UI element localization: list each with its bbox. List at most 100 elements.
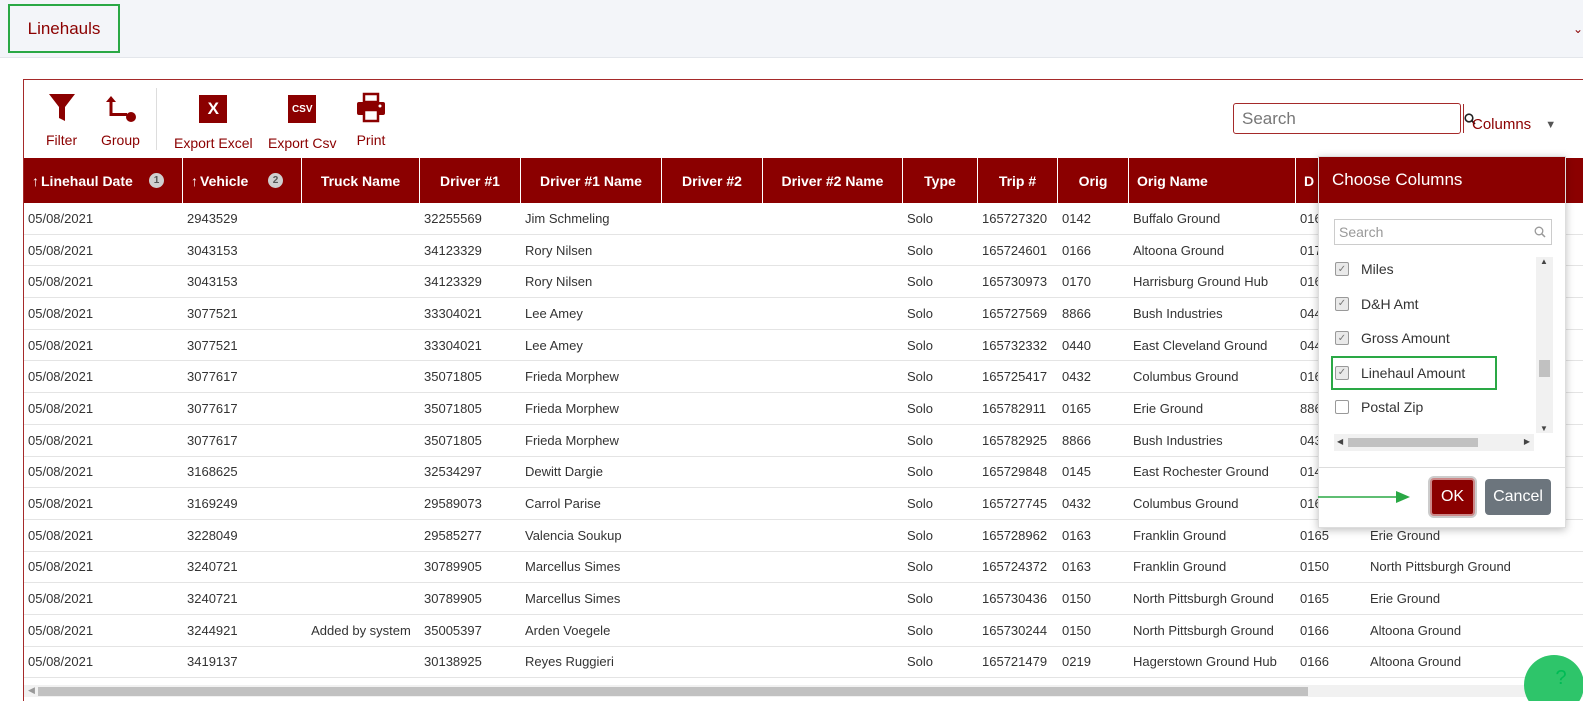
table-cell: Columbus Ground (1133, 496, 1239, 512)
table-cell: 0150 (1062, 591, 1091, 607)
page-title-tab[interactable]: Linehauls (8, 4, 120, 53)
checkbox[interactable]: ✓ (1335, 296, 1349, 311)
help-button[interactable]: ? (1524, 655, 1583, 701)
table-row[interactable]: 05/08/2021 3240721 30789905 Marcellus Simes… (24, 552, 1583, 584)
table-cell: 165782911 (982, 400, 1047, 416)
scroll-left-icon[interactable]: ◀ (28, 685, 35, 696)
table-cell (763, 615, 903, 646)
column-header[interactable]: Driver #2 Name (763, 158, 903, 203)
table-cell (662, 552, 763, 583)
table-cell (763, 361, 903, 392)
column-header[interactable]: ↑ Vehicle 2 (183, 158, 302, 203)
export-excel-button[interactable]: X Export Excel (174, 92, 253, 151)
toolbar-divider (156, 88, 157, 150)
column-header[interactable]: Driver #1 Name (521, 158, 662, 203)
column-header[interactable]: Orig (1058, 158, 1129, 203)
column-header[interactable]: Type (903, 158, 978, 203)
popup-divider (1319, 467, 1565, 468)
checkbox[interactable] (1335, 400, 1349, 415)
table-cell: North Pittsburgh Ground (1133, 622, 1274, 638)
print-button[interactable]: Print (356, 92, 386, 148)
search-input[interactable] (1234, 104, 1463, 133)
column-header[interactable]: Orig Name (1129, 158, 1296, 203)
cancel-button[interactable]: Cancel (1485, 479, 1551, 515)
table-cell: 165727320 (982, 210, 1048, 226)
column-header-label: Driver #1 (440, 172, 500, 189)
table-cell (662, 203, 763, 234)
table-cell: Solo (907, 242, 934, 258)
ok-button[interactable]: OK (1430, 478, 1475, 516)
table-row[interactable]: 05/08/2021 3419137 30138925 Reyes Ruggieri S… (24, 647, 1583, 679)
table-cell: Dewitt Dargie (525, 464, 604, 480)
checklist-vertical-scrollbar[interactable]: ▲ ▼ (1536, 257, 1553, 433)
table-cell: 3077617 (187, 400, 238, 416)
scroll-right-icon[interactable]: ▶ (1524, 437, 1530, 446)
table-cell: 34123329 (424, 242, 482, 258)
table-cell: Valencia Soukup (525, 527, 622, 543)
table-cell: 05/08/2021 (28, 242, 94, 258)
table-cell (662, 235, 763, 266)
table-cell (662, 647, 763, 678)
table-cell: 0142 (1062, 210, 1091, 226)
table-cell: 3419137 (187, 654, 238, 670)
table-cell: Solo (907, 559, 934, 575)
column-header[interactable]: Truck Name (302, 158, 420, 203)
checklist-horizontal-scrollbar[interactable]: ◀ ▶ (1334, 434, 1534, 451)
scrollbar-thumb[interactable] (1348, 438, 1478, 447)
scrollbar-thumb[interactable] (1539, 360, 1550, 377)
sort-order-badge: 2 (268, 173, 283, 188)
table-cell: 32534297 (424, 464, 482, 480)
table-cell: 165730244 (982, 622, 1048, 638)
checkbox[interactable]: ✓ (1335, 365, 1349, 380)
table-cell: 165724372 (982, 559, 1048, 575)
scrollbar-thumb[interactable] (38, 687, 1308, 696)
popup-search-input[interactable] (1335, 220, 1529, 244)
filter-button[interactable]: Filter (46, 92, 77, 148)
column-option[interactable]: ✓ D&H Amt (1331, 287, 1553, 322)
table-cell: 0432 (1062, 369, 1091, 385)
table-cell: North Pittsburgh Ground (1133, 591, 1274, 607)
table-cell: Frieda Morphew (525, 400, 619, 416)
column-option-label: Miles (1361, 261, 1394, 278)
table-cell: Erie Ground (1133, 400, 1204, 416)
table-cell: 165724601 (982, 242, 1048, 258)
column-header[interactable]: Driver #1 (420, 158, 521, 203)
column-header[interactable]: Trip # (978, 158, 1058, 203)
scroll-down-icon[interactable]: ▼ (1540, 424, 1548, 433)
group-button[interactable]: Group (101, 92, 140, 148)
scroll-left-icon[interactable]: ◀ (1337, 437, 1343, 446)
column-header[interactable]: ↑ Linehaul Date 1 (24, 158, 183, 203)
popup-search (1334, 219, 1552, 245)
checkbox[interactable]: ✓ (1335, 331, 1349, 346)
export-csv-button[interactable]: CSV Export Csv (268, 92, 336, 151)
horizontal-scrollbar[interactable]: ◀ (24, 685, 1583, 697)
column-option[interactable]: ✓ Miles (1331, 252, 1553, 287)
column-header[interactable]: Driver #2 (662, 158, 763, 203)
column-option[interactable]: Postal Zip (1331, 390, 1553, 425)
table-cell (662, 425, 763, 456)
checkbox[interactable]: ✓ (1335, 262, 1349, 277)
scroll-up-icon[interactable]: ▲ (1540, 257, 1548, 266)
table-cell: Marcellus Simes (525, 591, 621, 607)
table-row[interactable]: 05/08/2021 3244921 Added by system 35005397… (24, 615, 1583, 647)
filter-icon (48, 94, 75, 121)
columns-menu-button[interactable]: Columns ▼ (1472, 116, 1556, 133)
table-cell: 8866 (1062, 305, 1091, 321)
table-cell: 05/08/2021 (28, 654, 94, 670)
table-cell: 3169249 (187, 496, 238, 512)
column-option[interactable]: ✓ Gross Amount (1331, 321, 1553, 356)
sort-asc-icon: ↑ (32, 172, 39, 189)
sort-asc-icon: ↑ (191, 172, 198, 189)
table-cell: 3077521 (187, 305, 238, 321)
table-cell: Solo (907, 210, 934, 226)
table-cell: Hagerstown Ground Hub (1133, 654, 1277, 670)
table-row[interactable]: 05/08/2021 3240721 30789905 Marcellus Simes… (24, 583, 1583, 615)
table-cell (763, 393, 903, 424)
chevron-down-icon[interactable]: ⌄ (1573, 22, 1583, 36)
column-option[interactable]: ✓ Linehaul Amount (1331, 355, 1497, 390)
column-header-label: Truck Name (320, 172, 401, 189)
table-cell (302, 298, 420, 329)
table-cell: Solo (907, 464, 934, 480)
popup-title: Choose Columns (1319, 157, 1565, 203)
table-cell: 0145 (1062, 464, 1091, 480)
